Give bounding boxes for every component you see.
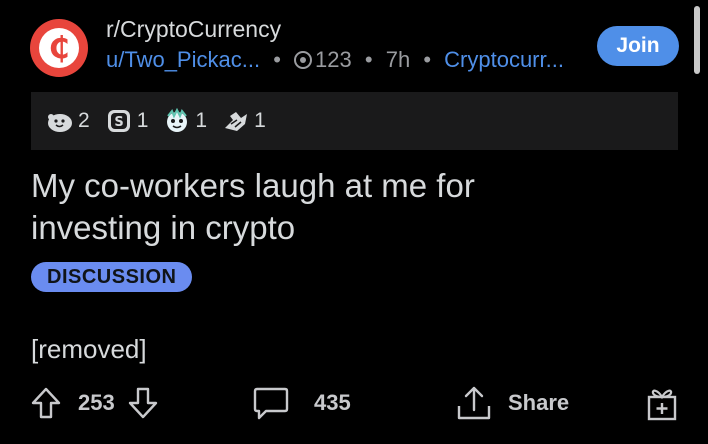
- award-silver[interactable]: S 1: [104, 108, 149, 134]
- downvote-arrow-icon[interactable]: [127, 386, 159, 420]
- awards-bar[interactable]: 2 S 1 1 1: [31, 92, 678, 150]
- meta-separator: •: [364, 47, 373, 72]
- crypto-coin-icon: ₵: [39, 28, 79, 68]
- scrollbar[interactable]: [694, 6, 700, 74]
- post-body: [removed]: [31, 334, 147, 364]
- wholesome-award-icon: [48, 114, 72, 132]
- user-flair[interactable]: Cryptocurr...: [444, 47, 564, 72]
- share-button[interactable]: Share: [454, 380, 569, 426]
- award-count: 1: [136, 109, 149, 132]
- silver-award-icon: S: [107, 110, 130, 132]
- helpful-award-icon: [167, 108, 188, 132]
- vote-count: 253: [78, 390, 115, 415]
- author-link[interactable]: u/Two_Pickac...: [106, 47, 260, 72]
- post-flair-badge[interactable]: DISCUSSION: [31, 262, 193, 292]
- svg-text:S: S: [114, 115, 123, 130]
- subreddit-avatar[interactable]: ₵: [30, 19, 88, 77]
- comment-count: 435: [314, 390, 351, 415]
- award-count: 2: [78, 109, 90, 132]
- take-my-energy-award-icon: [225, 112, 248, 131]
- karma-icon: [294, 51, 313, 69]
- award-count: 1: [195, 109, 208, 132]
- award-helpful[interactable]: 1: [162, 108, 207, 134]
- author-karma: 123: [315, 47, 352, 72]
- vote-group: 253: [30, 380, 159, 426]
- comments-button[interactable]: 435: [252, 380, 351, 426]
- post-age: 7h: [385, 47, 411, 72]
- meta-separator: •: [273, 47, 281, 72]
- subreddit-name[interactable]: r/CryptoCurrency: [106, 16, 281, 43]
- gift-icon: [647, 389, 677, 421]
- meta-separator: •: [423, 47, 432, 72]
- award-count: 1: [254, 109, 266, 132]
- award-wholesome[interactable]: 2: [45, 108, 90, 134]
- upvote-arrow-icon[interactable]: [30, 386, 62, 420]
- share-icon: [457, 386, 491, 420]
- post-action-bar: 253 435 Share: [0, 380, 708, 430]
- award-energy[interactable]: 1: [221, 108, 266, 134]
- post-title[interactable]: My co-workers laugh at me for investing …: [31, 165, 591, 249]
- award-button[interactable]: [644, 380, 680, 426]
- share-label: Share: [508, 390, 570, 415]
- post-header: ₵ r/CryptoCurrency u/Two_Pickac... • 123…: [0, 0, 708, 90]
- comment-bubble-icon: [253, 387, 289, 420]
- post-meta: u/Two_Pickac... • 123 • 7h • Cryptocurr.…: [106, 47, 564, 73]
- join-button[interactable]: Join: [597, 26, 679, 66]
